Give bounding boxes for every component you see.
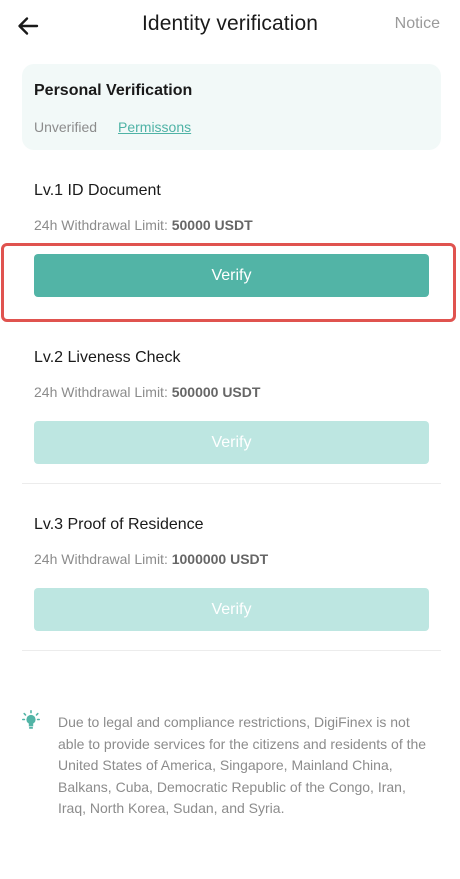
page-title: Identity verification (141, 12, 319, 35)
level-title: Lv.3 Proof of Residence (34, 516, 204, 533)
withdrawal-limit-value: 1000000 USDT (171, 551, 269, 567)
level-1-section: Lv.1 ID Document 24h Withdrawal Limit: 5… (22, 182, 441, 312)
withdrawal-limit-label: 24h Withdrawal Limit: (34, 217, 168, 233)
withdrawal-limit-value: 50000 USDT (171, 217, 253, 233)
withdrawal-limit: 24h Withdrawal Limit: 500000 USDT (34, 384, 260, 400)
level-3-section: Lv.3 Proof of Residence 24h Withdrawal L… (22, 516, 441, 651)
level-title: Lv.1 ID Document (34, 182, 161, 199)
withdrawal-limit: 24h Withdrawal Limit: 1000000 USDT (34, 551, 268, 567)
divider (22, 483, 441, 484)
verify-button-level-1[interactable]: Verify (34, 254, 429, 297)
verify-button-level-3[interactable]: Verify (34, 588, 429, 631)
verification-status: Unverified (34, 119, 98, 135)
level-2-section: Lv.2 Liveness Check 24h Withdrawal Limit… (22, 349, 441, 484)
withdrawal-limit-label: 24h Withdrawal Limit: (34, 384, 168, 400)
withdrawal-limit: 24h Withdrawal Limit: 50000 USDT (34, 217, 253, 233)
divider (22, 650, 441, 651)
personal-verification-title: Personal Verification (34, 82, 193, 99)
header: Identity verification Notice (0, 0, 460, 52)
notice-link[interactable]: Notice (395, 15, 440, 33)
lightbulb-icon (22, 710, 40, 729)
verify-button-level-2[interactable]: Verify (34, 421, 429, 464)
withdrawal-limit-value: 500000 USDT (171, 384, 261, 400)
level-title: Lv.2 Liveness Check (34, 349, 181, 366)
permissions-link[interactable]: Permissons (118, 119, 191, 135)
disclaimer-text: Due to legal and compliance restrictions… (58, 714, 427, 817)
withdrawal-limit-label: 24h Withdrawal Limit: (34, 551, 168, 567)
personal-verification-card: Personal Verification Unverified Permiss… (22, 64, 441, 150)
